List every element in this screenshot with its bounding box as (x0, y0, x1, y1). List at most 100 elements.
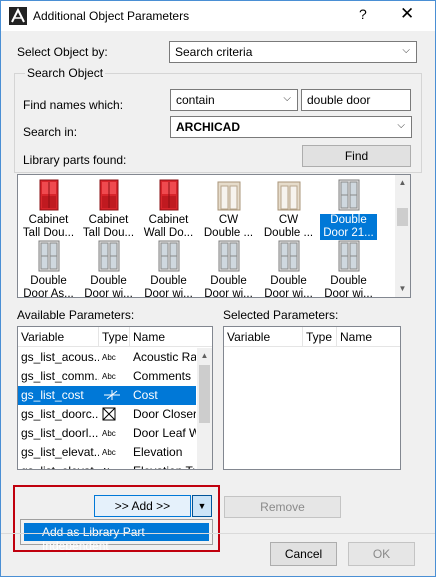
library-part-item[interactable]: CW Double ... (200, 177, 257, 239)
library-part-name: Double Door wi... (260, 275, 317, 298)
dialog-window: Additional Object Parameters ? ✕ Select … (0, 0, 436, 577)
selected-params-label: Selected Parameters: (223, 308, 339, 322)
find-names-label: Find names which: (23, 98, 124, 112)
library-part-item[interactable]: Double Door As... (20, 238, 77, 297)
table-row[interactable]: gs_list_elevat...AbcElevation Tu (18, 462, 196, 469)
column-header-name[interactable]: Name (340, 330, 372, 344)
chevron-down-icon: ⌵ (283, 93, 291, 104)
boolean-type-icon (102, 407, 130, 423)
search-in-dropdown[interactable]: ARCHICAD ⌵ (170, 116, 412, 138)
scroll-up-icon[interactable]: ▲ (395, 175, 410, 191)
table-row[interactable]: gs_list_doorc... Door Closer (18, 405, 196, 424)
library-part-item[interactable]: Cabinet Tall Dou... (20, 177, 77, 239)
name-cell: Elevation Tu (133, 464, 196, 469)
column-divider[interactable] (129, 327, 130, 347)
ok-button[interactable]: OK (348, 542, 415, 566)
column-header-variable[interactable]: Variable (21, 330, 64, 344)
library-part-item[interactable]: Double Door wi... (320, 238, 377, 298)
close-button[interactable]: ✕ (400, 4, 414, 24)
search-in-label: Search in: (23, 125, 78, 139)
scroll-up-icon[interactable]: ▲ (197, 348, 212, 364)
column-divider[interactable] (98, 327, 99, 347)
find-button[interactable]: Find (302, 145, 411, 167)
table-row[interactable]: gs_list_elevat... Abc Elevation (18, 443, 196, 462)
library-part-item[interactable]: Double Door 21... (320, 177, 377, 240)
name-cell: Acoustic Rat (133, 350, 196, 364)
scroll-thumb[interactable] (199, 365, 210, 423)
table-row[interactable]: gs_list_cost Cost (18, 386, 196, 405)
column-divider[interactable] (302, 327, 303, 347)
library-part-name: Double Door wi... (80, 275, 137, 298)
table-header: Variable Type Name (18, 327, 212, 347)
archicad-app-icon (9, 7, 27, 25)
library-part-item[interactable]: Double Door wi... (80, 238, 137, 298)
column-header-name[interactable]: Name (133, 330, 165, 344)
library-part-name-line2: Door wi... (204, 288, 253, 298)
variable-cell: gs_list_elevat... (21, 445, 99, 459)
double-door-icon (94, 240, 124, 272)
library-part-name-line1: Double (330, 214, 367, 226)
library-part-name-line1: Double (330, 275, 367, 287)
library-part-name-line2: Door wi... (324, 288, 373, 298)
variable-cell: gs_list_doorc... (21, 407, 99, 421)
library-part-name: Double Door wi... (320, 275, 377, 298)
library-part-item[interactable]: Double Door wi... (260, 238, 317, 298)
help-button[interactable]: ? (359, 6, 367, 22)
available-params-label: Available Parameters: (17, 308, 135, 322)
match-mode-value: contain (176, 93, 215, 107)
library-part-item[interactable]: Double Door wi... (140, 238, 197, 297)
double-door-icon (334, 240, 364, 272)
library-part-item[interactable]: Cabinet Tall Dou... (80, 177, 137, 239)
select-by-label: Select Object by: (17, 45, 108, 59)
column-header-variable[interactable]: Variable (227, 330, 270, 344)
table-row[interactable]: gs_list_comm... Abc Comments (18, 367, 196, 386)
table-row[interactable]: gs_list_acous... Abc Acoustic Rat (18, 348, 196, 367)
column-header-type[interactable]: Type (306, 330, 332, 344)
name-cell: Comments (133, 369, 192, 383)
red-tall-cabinet-icon (34, 179, 64, 211)
table-row[interactable]: gs_list_doorl... Abc Door Leaf W (18, 424, 196, 443)
text-type-label: Abc (102, 467, 130, 469)
double-door-icon (214, 240, 244, 272)
library-part-name-line1: Cabinet (148, 214, 189, 226)
library-part-name-line1: Double (210, 275, 247, 287)
library-part-item[interactable]: Cabinet Wall Do... (140, 177, 197, 239)
library-part-name-line1: Cabinet (88, 214, 129, 226)
library-part-item[interactable]: Double Door wi... (200, 238, 257, 298)
cost-type-icon (102, 389, 130, 403)
library-part-name-line2: Door wi... (264, 288, 313, 298)
title-bar: Additional Object Parameters ? ✕ (1, 1, 435, 31)
library-part-name: CW Double ... (200, 214, 257, 240)
variable-cell: gs_list_elevat... (21, 464, 99, 469)
gallery-scrollbar[interactable]: ▲ ▼ (395, 175, 410, 297)
search-text-input[interactable]: double door (301, 89, 411, 111)
scroll-thumb[interactable] (397, 208, 408, 226)
select-by-dropdown[interactable]: Search criteria ⌵ (169, 41, 417, 63)
match-mode-dropdown[interactable]: contain ⌵ (170, 89, 298, 111)
name-cell: Elevation (133, 445, 183, 459)
library-part-item[interactable]: CW Double ... (260, 177, 317, 239)
search-object-heading: Search Object (25, 66, 106, 80)
library-part-name: Double Door wi... (200, 275, 257, 298)
scroll-down-icon[interactable]: ▼ (395, 281, 410, 297)
column-header-type[interactable]: Type (102, 330, 128, 344)
variable-cell: gs_list_acous... (21, 350, 99, 364)
library-part-name-line1: CW (278, 214, 299, 226)
cancel-button[interactable]: Cancel (270, 542, 337, 566)
library-part-name: Cabinet Tall Dou... (80, 214, 137, 240)
text-type-label: Abc (102, 372, 116, 381)
text-type-label: Abc (102, 448, 116, 457)
library-part-name-line2: Door wi... (84, 288, 133, 298)
available-params-table: Variable Type Name gs_list_acous... Abc Ac… (17, 326, 213, 470)
select-by-value: Search criteria (175, 45, 253, 59)
library-part-name: Double Door wi... (140, 275, 197, 297)
red-shelf-cabinet-icon (94, 179, 124, 211)
library-part-name: Double Door 21... (320, 214, 377, 240)
library-part-name-line1: Double (150, 275, 187, 287)
column-divider[interactable] (336, 327, 337, 347)
text-type-label: Abc (102, 353, 116, 362)
remove-button[interactable]: Remove (224, 496, 341, 518)
cw-double-door-arched-icon (274, 179, 304, 211)
available-scrollbar[interactable]: ▲ (197, 348, 212, 469)
name-cell: Door Leaf W (133, 426, 196, 440)
